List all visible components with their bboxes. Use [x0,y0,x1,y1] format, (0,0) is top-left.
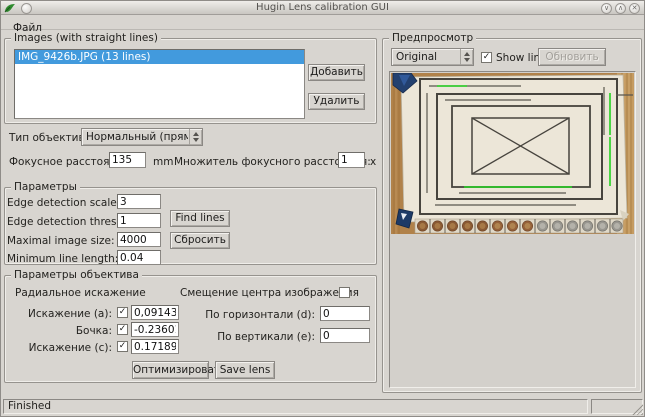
distortion-a-checkbox[interactable]: ✓ [117,307,128,318]
focal-length-unit: mm [153,156,173,168]
focal-multiplier-input[interactable] [338,152,365,168]
distortion-a-check: ✓ [119,307,127,317]
lens-parameters-group: Параметры объектива Радиальное искажение… [4,275,377,383]
close-icon[interactable]: ✕ [629,3,640,14]
min-line-length-label: Minimum line length: [7,253,114,265]
show-lines-check: ✓ [483,52,491,62]
max-image-size-input[interactable] [117,232,161,247]
vertical-e-label: По вертикали (e): [155,331,315,343]
maximize-icon[interactable]: ∧ [615,3,626,14]
horizontal-d-input[interactable] [320,306,370,321]
spinner-icon[interactable] [460,49,473,65]
focal-multiplier-label: Множитель фокусного расстояния: [174,156,334,168]
distortion-c-label: Искажение (c): [7,342,112,354]
titlebar[interactable]: Hugin Lens calibration GUI ∨ ∧ ✕ [1,1,644,15]
status-secondary-field [591,399,643,414]
radial-distortion-label: Радиальное искажение [15,287,146,299]
barrel-b-check: ✓ [119,324,127,334]
parameters-group: Параметры Edge detection scale: Edge det… [4,187,377,265]
distortion-c-check: ✓ [119,341,127,351]
main-window: Hugin Lens calibration GUI ∨ ∧ ✕ Файл Im… [0,0,645,417]
menubar: Файл [1,16,644,30]
lens-parameters-group-title: Параметры объектива [11,269,142,281]
focal-length-input[interactable] [109,152,146,168]
horizontal-d-label: По горизонтали (d): [155,309,315,321]
focal-multiplier-unit: x [370,156,376,168]
preview-group-title: Предпросмотр [389,32,476,44]
vertical-e-input[interactable] [320,328,370,343]
preview-group: Предпросмотр Original ✓ Show lines Обнов… [382,38,642,393]
edge-threshold-input[interactable] [117,213,161,228]
add-image-button[interactable]: Добавить [308,64,365,81]
barrel-b-label: Бочка: [7,325,112,337]
spinner-icon[interactable] [189,129,202,145]
statusbar: Finished [1,397,644,416]
remove-image-button[interactable]: Удалить [308,93,365,110]
edge-scale-label: Edge detection scale: [7,197,114,209]
save-lens-button[interactable]: Save lens [215,361,275,379]
status-message: Finished [3,399,588,414]
distortion-c-checkbox[interactable]: ✓ [117,341,128,352]
preview-panel [389,71,636,388]
optimize-button[interactable]: Оптимизировать [132,361,209,379]
images-group: Images (with straight lines) IMG_9426b.J… [4,38,377,124]
max-image-size-label: Maximal image size: [7,235,114,247]
list-item-selected[interactable]: IMG_9426b.JPG (13 lines) [15,50,304,64]
show-lines-checkbox[interactable]: ✓ [481,52,492,63]
distortion-a-label: Искажение (a): [7,308,112,320]
find-lines-button[interactable]: Find lines [170,210,230,227]
preview-mode-value: Original [396,51,459,63]
preview-mode-select[interactable]: Original [391,48,474,66]
window-title: Hugin Lens calibration GUI [1,2,644,13]
min-line-length-input[interactable] [117,250,161,265]
barrel-b-checkbox[interactable]: ✓ [117,324,128,335]
minimize-icon[interactable]: ∨ [601,3,612,14]
edge-scale-input[interactable] [117,194,161,209]
center-shift-checkbox[interactable] [339,287,350,298]
lens-type-select[interactable]: Нормальный (прямолине [81,128,203,146]
edge-threshold-label: Edge detection threshold: [7,216,114,228]
refresh-button[interactable]: Обновить [538,48,606,66]
preview-image [391,73,634,234]
images-group-title: Images (with straight lines) [11,32,161,44]
lens-type-value: Нормальный (прямолине [86,131,188,143]
reset-button[interactable]: Сбросить [170,232,230,249]
parameters-group-title: Параметры [11,181,80,193]
center-shift-label: Смещение центра изображения [180,287,335,299]
images-list[interactable]: IMG_9426b.JPG (13 lines) [14,49,305,119]
